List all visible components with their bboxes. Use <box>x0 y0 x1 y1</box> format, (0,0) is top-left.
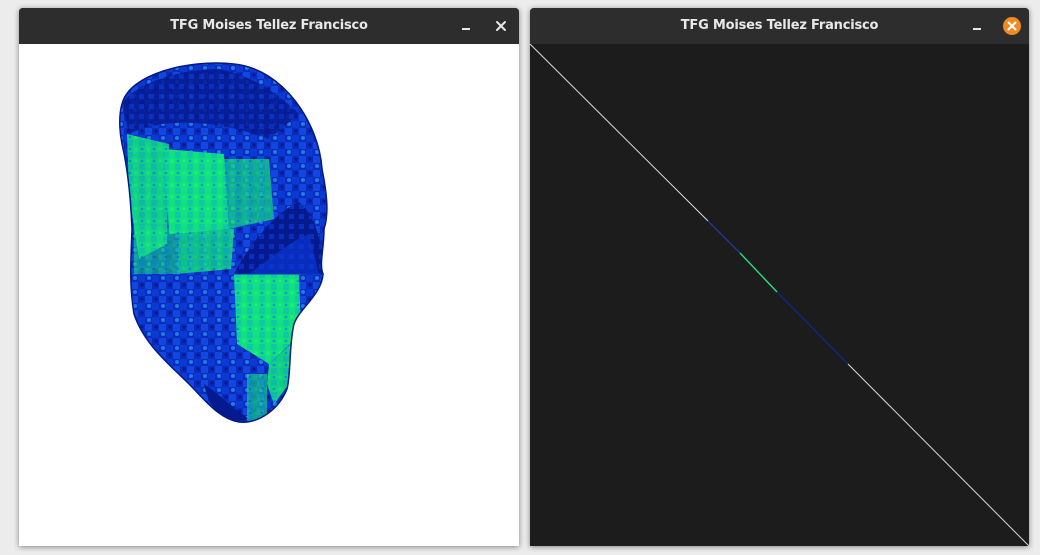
titlebar[interactable]: TFG Moises Tellez Francisco <box>530 8 1029 44</box>
render-canvas[interactable] <box>530 44 1029 546</box>
minimize-button[interactable] <box>457 17 475 35</box>
diagonal-line-render <box>530 44 1029 546</box>
minimize-button[interactable] <box>968 17 986 35</box>
titlebar[interactable]: TFG Moises Tellez Francisco <box>19 8 519 44</box>
render-window-left: TFG Moises Tellez Francisco <box>19 8 519 546</box>
window-title: TFG Moises Tellez Francisco <box>680 18 879 33</box>
render-canvas[interactable] <box>19 44 519 546</box>
minimize-icon <box>462 28 470 30</box>
render-window-right: TFG Moises Tellez Francisco <box>530 8 1029 546</box>
close-button[interactable] <box>492 17 510 35</box>
head-mesh-render <box>119 62 328 423</box>
close-icon <box>496 21 506 31</box>
window-title: TFG Moises Tellez Francisco <box>170 18 368 33</box>
close-button[interactable] <box>1003 17 1021 35</box>
minimize-icon <box>973 28 981 30</box>
close-icon <box>1007 21 1017 31</box>
